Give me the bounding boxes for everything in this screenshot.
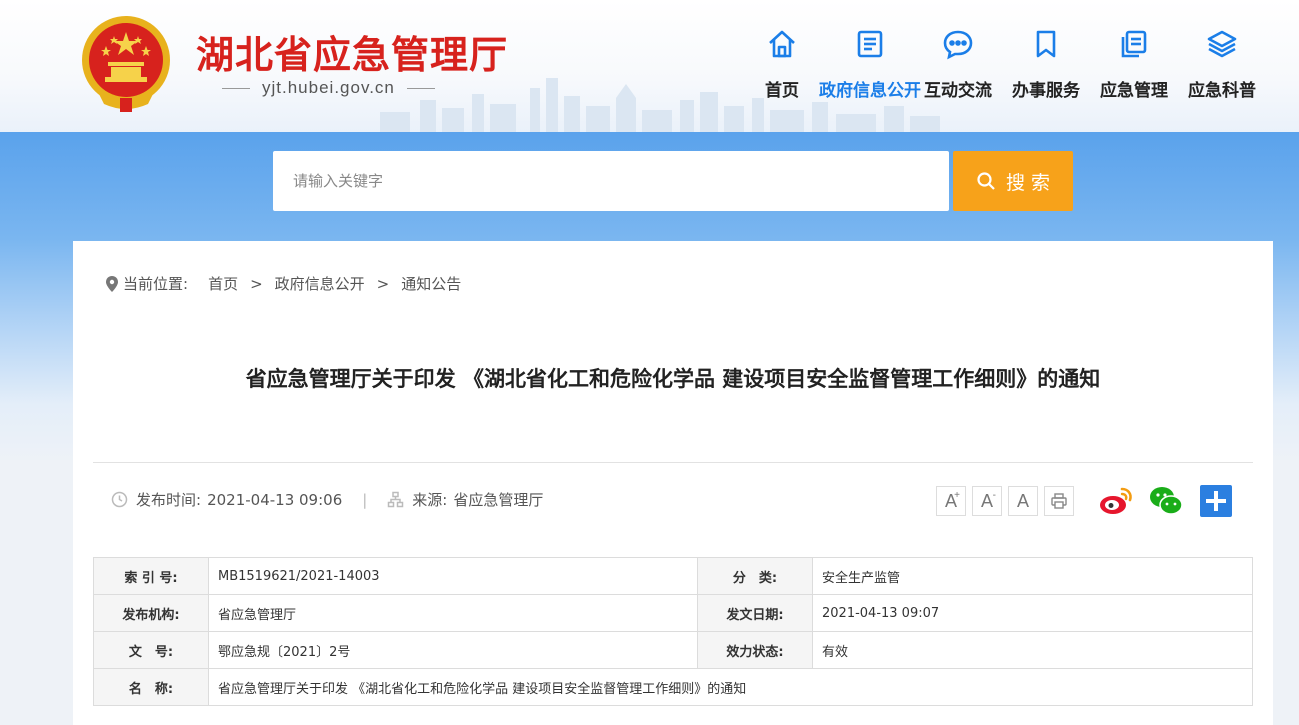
issue-date-value: 2021-04-13 09:07 (812, 594, 1253, 632)
nav-label-services: 办事服务 (1012, 81, 1080, 101)
breadcrumb-home[interactable]: 首页 (208, 273, 238, 294)
breadcrumb-prefix: 当前位置: (123, 275, 189, 293)
layers-icon (1207, 30, 1237, 58)
article-tools: A + A- A (936, 483, 1234, 519)
print-button[interactable] (1044, 486, 1074, 516)
document-icon (857, 30, 883, 58)
domain-dash-left (222, 87, 250, 89)
bookmark-icon (1036, 30, 1056, 58)
font-decrease-sup: - (992, 490, 996, 501)
site-title: 湖北省应急管理厅 (196, 33, 509, 77)
font-increase-sup: + (954, 490, 960, 501)
category-label: 分 类: (697, 557, 813, 595)
table-row: 文 号: 鄂应急规〔2021〕2号 效力状态: 有效 (93, 631, 1253, 669)
nav-label-emergency: 应急管理 (1100, 81, 1168, 101)
article-meta: 发布时间: 2021-04-13 09:06 | 来源: 省应急管理厅 (111, 489, 543, 510)
publish-time-label: 发布时间: (136, 491, 202, 509)
location-pin-icon (106, 275, 118, 292)
source-value: 省应急管理厅 (453, 491, 544, 509)
national-emblem-logo (82, 16, 170, 112)
breadcrumb: 当前位置: 首页 > 政府信息公开 > 通知公告 (105, 273, 461, 294)
breadcrumb-separator: > (250, 274, 263, 293)
nav-item-interaction[interactable]: 互动交流 (914, 28, 1002, 101)
source-label: 来源: (412, 491, 448, 509)
font-increase-button[interactable]: A + (936, 486, 966, 516)
validity-label: 效力状态: (697, 631, 813, 669)
table-row: 发布机构: 省应急管理厅 发文日期: 2021-04-13 09:07 (93, 594, 1253, 632)
nav-label-gov-info: 政府信息公开 (819, 81, 921, 101)
doc-number-value: 鄂应急规〔2021〕2号 (208, 631, 698, 669)
nav-item-science[interactable]: 应急科普 (1178, 28, 1266, 101)
printer-icon (1051, 493, 1067, 509)
search-icon (977, 172, 995, 190)
nav-label-interaction: 互动交流 (924, 81, 992, 101)
site-domain: yjt.hubei.gov.cn (222, 78, 472, 98)
article-card: 当前位置: 首页 > 政府信息公开 > 通知公告 省应急管理厅关于印发 《湖北省… (73, 241, 1273, 725)
site-header: 湖北省应急管理厅 yjt.hubei.gov.cn 首页 政府信息公开 互动交流 (0, 0, 1299, 132)
clock-icon (111, 491, 128, 508)
home-icon (769, 30, 795, 58)
nav-label-home: 首页 (765, 81, 799, 101)
breadcrumb-separator: > (376, 274, 390, 293)
doc-name-label: 名 称: (93, 668, 209, 706)
nav-item-services[interactable]: 办事服务 (1002, 28, 1090, 101)
domain-dash-right (406, 87, 435, 89)
chat-icon (943, 30, 973, 60)
doc-number-label: 文 号: (93, 631, 209, 669)
table-row: 索 引 号: MB1519621/2021-14003 分 类: 安全生产监管 (93, 557, 1253, 595)
index-value: MB1519621/2021-14003 (208, 557, 698, 595)
font-decrease-button[interactable]: A- (972, 486, 1002, 516)
index-label: 索 引 号: (93, 557, 209, 595)
search-input[interactable] (273, 151, 949, 211)
nav-item-emergency[interactable]: 应急管理 (1090, 28, 1178, 101)
wechat-icon[interactable] (1148, 483, 1184, 519)
table-row: 名 称: 省应急管理厅关于印发 《湖北省化工和危险化学品 建设项目安全监督管理工… (93, 668, 1253, 706)
more-share-plus-icon[interactable] (1198, 483, 1234, 519)
sitemap-icon (388, 491, 404, 508)
category-value: 安全生产监管 (812, 557, 1253, 595)
breadcrumb-gov-info[interactable]: 政府信息公开 (275, 273, 365, 294)
issue-date-label: 发文日期: (697, 594, 813, 632)
font-decrease-glyph: A (980, 490, 993, 511)
main-nav: 首页 政府信息公开 互动交流 办事服务 应急管理 应急科普 (738, 28, 1266, 101)
doc-name-value: 省应急管理厅关于印发 《湖北省化工和危险化学品 建设项目安全监督管理工作细则》的… (208, 668, 1253, 706)
article-title: 省应急管理厅关于印发 《湖北省化工和危险化学品 建设项目安全监督管理工作细则》的… (245, 367, 1101, 391)
title-divider (93, 462, 1253, 463)
files-icon (1121, 30, 1147, 58)
site-domain-text: yjt.hubei.gov.cn (262, 78, 395, 97)
breadcrumb-notices[interactable]: 通知公告 (401, 273, 461, 294)
publish-time: 2021-04-13 09:06 (207, 490, 343, 509)
issuer-value: 省应急管理厅 (208, 594, 698, 632)
nav-item-gov-info[interactable]: 政府信息公开 (819, 28, 921, 101)
search-button-label: 搜 索 (1005, 171, 1051, 194)
font-reset-button[interactable]: A (1008, 486, 1038, 516)
nav-label-science: 应急科普 (1188, 81, 1256, 101)
document-info-table: 索 引 号: MB1519621/2021-14003 分 类: 安全生产监管 … (93, 557, 1253, 706)
nav-item-home[interactable]: 首页 (738, 28, 826, 101)
search-button[interactable]: 搜 索 (953, 151, 1073, 211)
weibo-icon[interactable] (1098, 483, 1134, 519)
issuer-label: 发布机构: (93, 594, 209, 632)
font-reset-glyph: A (1016, 490, 1029, 511)
meta-separator: | (362, 490, 368, 509)
validity-value: 有效 (812, 631, 1253, 669)
